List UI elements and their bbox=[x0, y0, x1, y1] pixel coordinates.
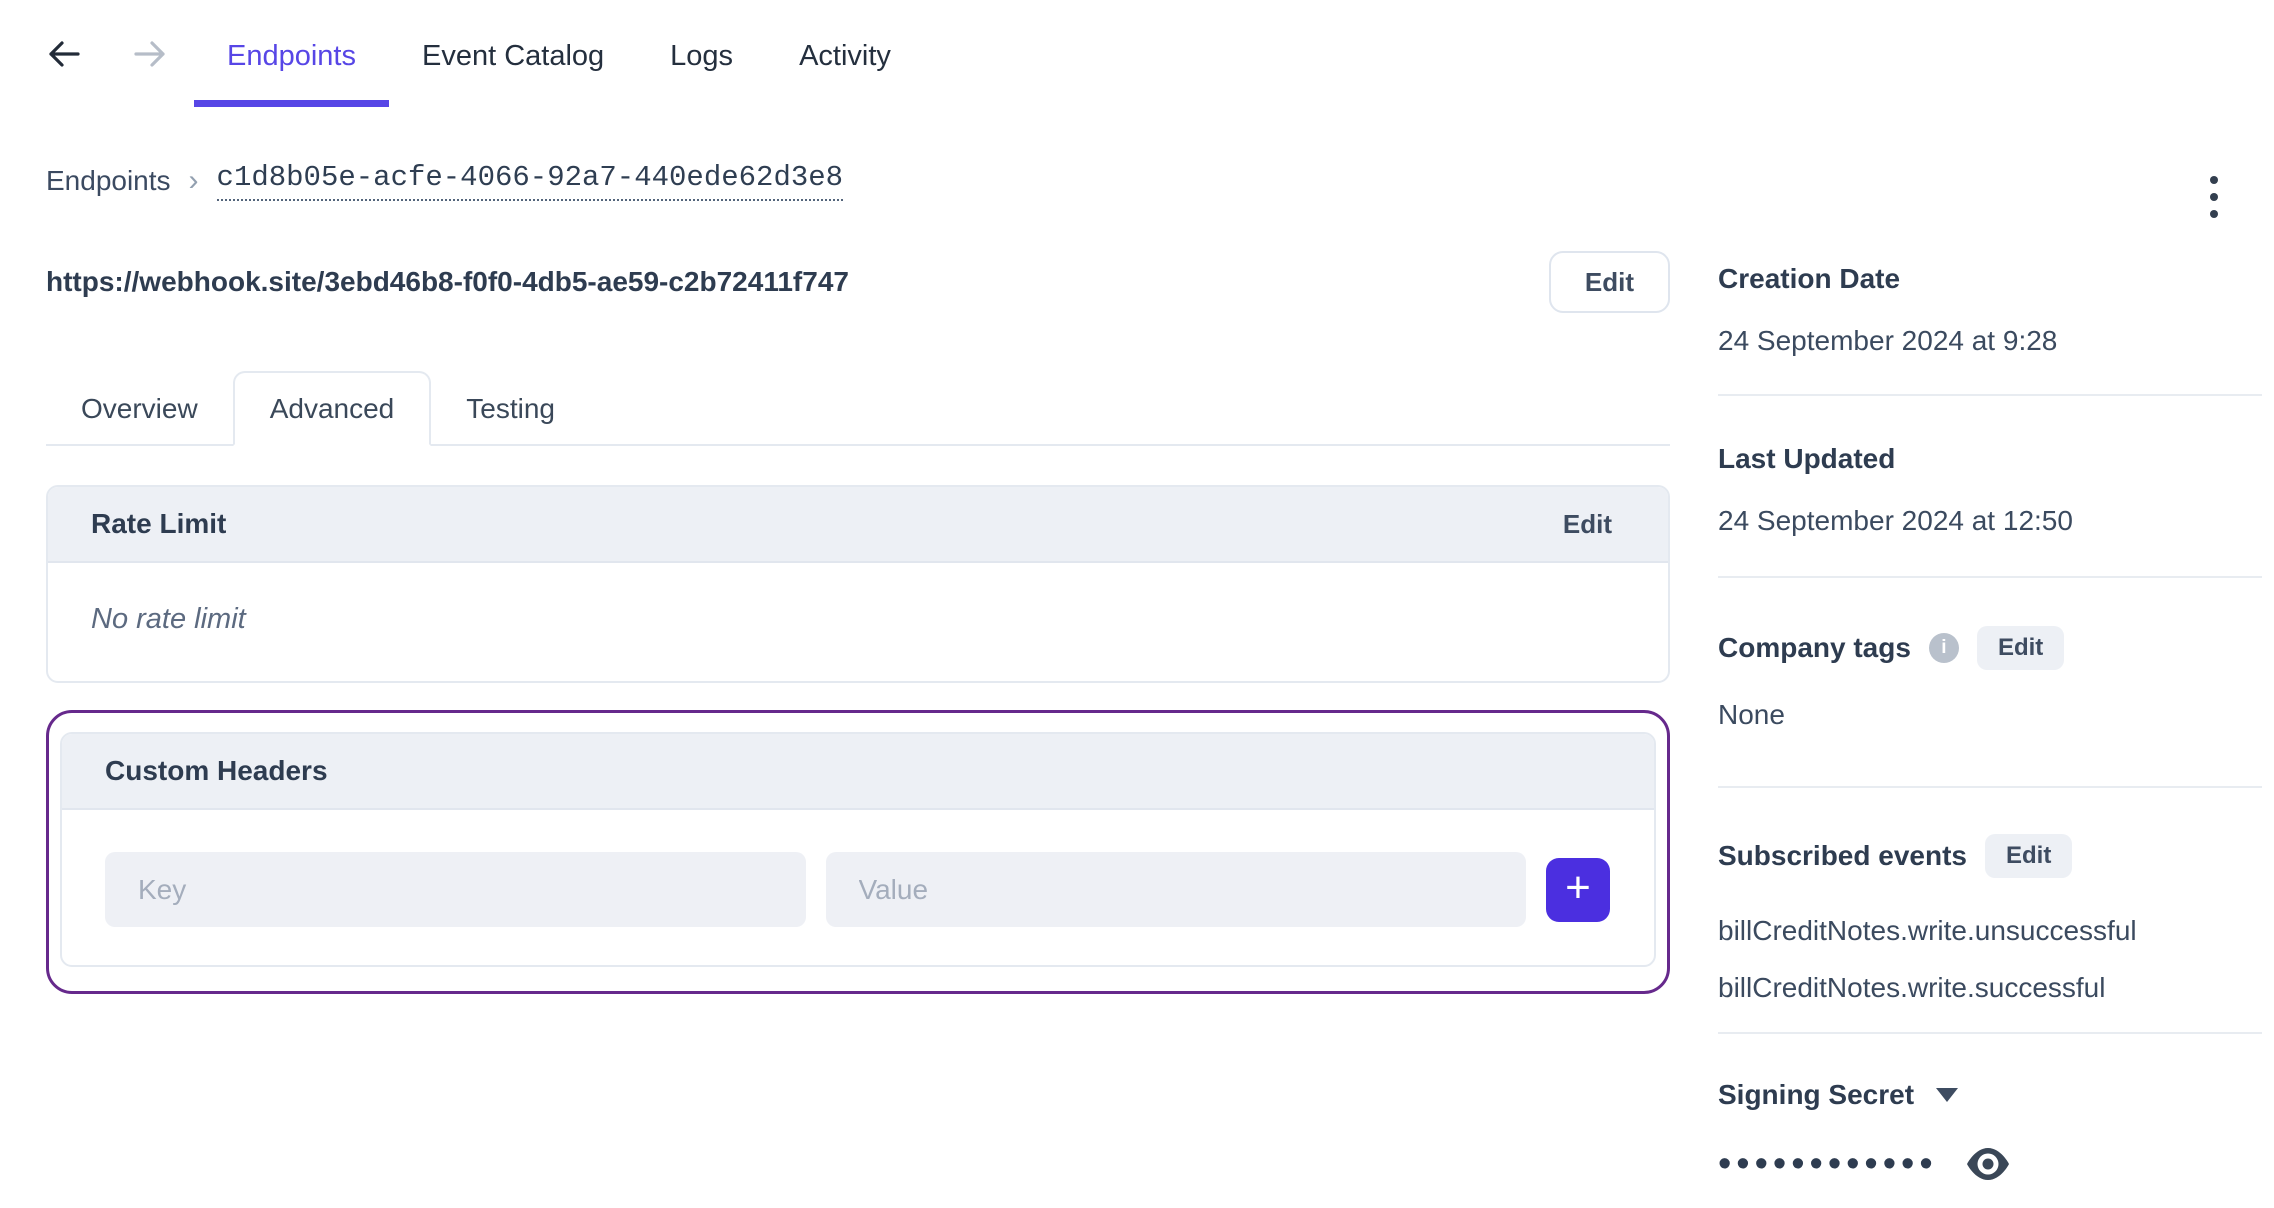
custom-headers-highlight-outline: Custom Headers + bbox=[46, 710, 1670, 994]
endpoint-url-row: https://webhook.site/3ebd46b8-f0f0-4db5-… bbox=[46, 251, 1670, 313]
tab-testing[interactable]: Testing bbox=[431, 371, 590, 446]
rate-limit-header: Rate Limit Edit bbox=[48, 487, 1668, 563]
creation-date-label: Creation Date bbox=[1718, 263, 1901, 294]
breadcrumb: Endpoints › c1d8b05e-acfe-4066-92a7-440e… bbox=[46, 157, 1670, 205]
forward-button[interactable] bbox=[132, 0, 168, 107]
nav-tab-endpoints[interactable]: Endpoints bbox=[194, 0, 389, 107]
signing-secret-expand-button[interactable] bbox=[1932, 1084, 1962, 1106]
last-updated-value: 24 September 2024 at 12:50 bbox=[1718, 505, 2073, 536]
arrow-left-icon bbox=[49, 40, 80, 67]
company-tags-value: None bbox=[1718, 699, 1785, 730]
breadcrumb-endpoints-link[interactable]: Endpoints bbox=[46, 165, 171, 197]
header-value-input[interactable] bbox=[825, 852, 1526, 927]
creation-date-value: 24 September 2024 at 9:28 bbox=[1718, 325, 2058, 356]
breadcrumb-separator: › bbox=[188, 164, 199, 197]
top-navigation: Endpoints Event Catalog Logs Activity bbox=[46, 0, 924, 107]
webhook-endpoint-page: Endpoints Event Catalog Logs Activity En… bbox=[0, 0, 2274, 1208]
company-tags-section: Company tags i Edit None bbox=[1718, 578, 2262, 788]
tab-advanced[interactable]: Advanced bbox=[232, 371, 432, 446]
add-header-button[interactable]: + bbox=[1546, 857, 1610, 922]
subscribed-events-edit-button[interactable]: Edit bbox=[1984, 834, 2073, 878]
subscribed-events-section: Subscribed events Edit billCreditNotes.w… bbox=[1718, 788, 2262, 1034]
kebab-menu-icon[interactable] bbox=[2204, 170, 2224, 224]
edit-url-button[interactable]: Edit bbox=[1548, 251, 1670, 313]
company-tags-label: Company tags bbox=[1718, 632, 1911, 663]
last-updated-label: Last Updated bbox=[1718, 443, 1896, 474]
custom-headers-title: Custom Headers bbox=[105, 755, 328, 786]
signing-secret-label: Signing Secret bbox=[1718, 1079, 1915, 1110]
signing-secret-masked-value: •••••••••••• bbox=[1718, 1143, 1938, 1185]
last-updated-section: Last Updated 24 September 2024 at 12:50 bbox=[1718, 396, 2262, 578]
rate-limit-card: Rate Limit Edit No rate limit bbox=[46, 485, 1670, 683]
custom-headers-body: + bbox=[62, 810, 1654, 965]
subscribed-events-list: billCreditNotes.write.unsuccessful billC… bbox=[1718, 902, 2262, 1016]
creation-date-section: Creation Date 24 September 2024 at 9:28 bbox=[1718, 262, 2262, 396]
arrow-right-icon bbox=[134, 40, 165, 67]
chevron-down-icon bbox=[1936, 1088, 1959, 1102]
custom-headers-header: Custom Headers bbox=[62, 734, 1654, 810]
endpoint-url: https://webhook.site/3ebd46b8-f0f0-4db5-… bbox=[46, 266, 849, 297]
info-icon[interactable]: i bbox=[1928, 633, 1959, 663]
reveal-secret-button[interactable] bbox=[1964, 1147, 2012, 1181]
back-button[interactable] bbox=[46, 0, 82, 107]
detail-tabs: Overview Advanced Testing bbox=[46, 371, 1670, 446]
endpoint-details-sidebar: Creation Date 24 September 2024 at 9:28 … bbox=[1718, 262, 2262, 1186]
custom-headers-card: Custom Headers + bbox=[60, 732, 1656, 967]
tab-overview[interactable]: Overview bbox=[46, 371, 233, 446]
rate-limit-title: Rate Limit bbox=[91, 508, 227, 539]
nav-tab-logs[interactable]: Logs bbox=[637, 0, 766, 107]
eye-icon bbox=[1966, 1148, 2009, 1180]
signing-secret-section: Signing Secret •••••••••••• bbox=[1718, 1034, 2262, 1186]
main-content: Endpoints › c1d8b05e-acfe-4066-92a7-440e… bbox=[46, 107, 1670, 994]
rate-limit-edit-button[interactable]: Edit bbox=[1563, 509, 1612, 540]
header-key-input[interactable] bbox=[105, 852, 806, 927]
nav-tab-activity[interactable]: Activity bbox=[766, 0, 924, 107]
nav-tab-event-catalog[interactable]: Event Catalog bbox=[389, 0, 637, 107]
breadcrumb-endpoint-id[interactable]: c1d8b05e-acfe-4066-92a7-440ede62d3e8 bbox=[216, 161, 844, 201]
subscribed-event-item: billCreditNotes.write.successful bbox=[1718, 972, 2106, 1003]
rate-limit-body: No rate limit bbox=[48, 563, 1668, 681]
subscribed-event-item: billCreditNotes.write.unsuccessful bbox=[1718, 915, 2137, 946]
rate-limit-empty-text: No rate limit bbox=[91, 603, 246, 635]
subscribed-events-label: Subscribed events bbox=[1718, 840, 1967, 871]
company-tags-edit-button[interactable]: Edit bbox=[1976, 626, 2065, 670]
